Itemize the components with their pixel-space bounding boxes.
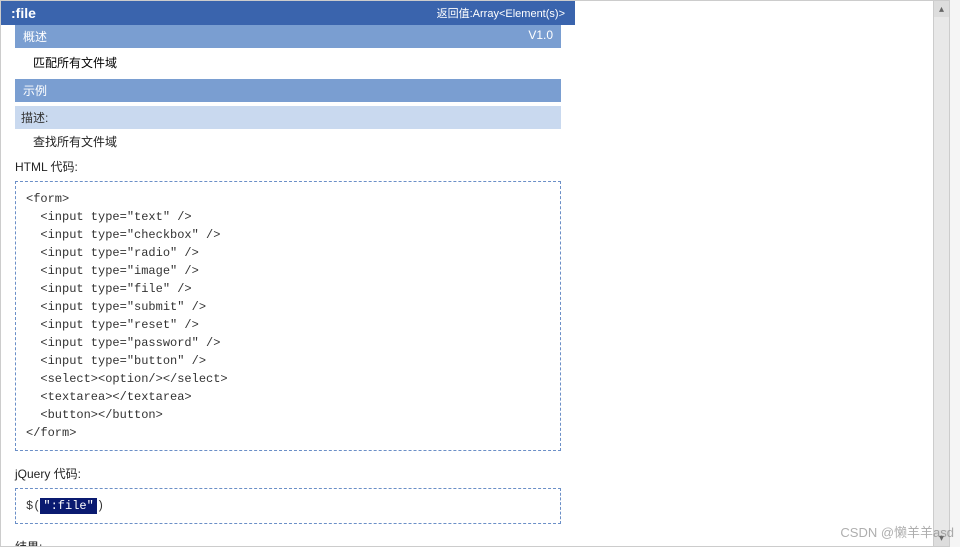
document-page: :file 返回值:Array<Element(s)> 概述 V1.0 匹配所有… (0, 0, 950, 547)
return-value: 返回值:Array<Element(s)> (437, 5, 565, 21)
result-label: 结果: (15, 534, 575, 547)
example-description: 查找所有文件域 (15, 129, 575, 154)
overview-description: 匹配所有文件域 (15, 48, 575, 79)
jquery-code-label: jQuery 代码: (15, 461, 575, 486)
scroll-up-icon[interactable]: ▴ (934, 1, 949, 17)
html-code-label: HTML 代码: (15, 154, 575, 179)
overview-label: 概述 (23, 28, 47, 45)
example-label: 示例 (23, 82, 47, 99)
overview-bar: 概述 V1.0 (15, 25, 561, 48)
describe-bar: 描述: (15, 106, 561, 129)
html-code-box: <form> <input type="text" /> <input type… (15, 181, 561, 451)
jq-highlight: ":file" (40, 498, 96, 514)
jquery-code-box: $(":file") (15, 488, 561, 524)
title-bar: :file 返回值:Array<Element(s)> (1, 1, 575, 25)
jq-prefix: $( (26, 499, 40, 513)
jq-suffix: ) (97, 499, 104, 513)
content-column: :file 返回值:Array<Element(s)> 概述 V1.0 匹配所有… (15, 1, 575, 547)
page-title: :file (11, 5, 36, 21)
example-bar: 示例 (15, 79, 561, 102)
vertical-scrollbar[interactable]: ▴ ▾ (933, 1, 949, 546)
version-label: V1.0 (528, 28, 553, 45)
describe-label: 描述: (21, 111, 48, 125)
scroll-down-icon[interactable]: ▾ (934, 530, 949, 546)
